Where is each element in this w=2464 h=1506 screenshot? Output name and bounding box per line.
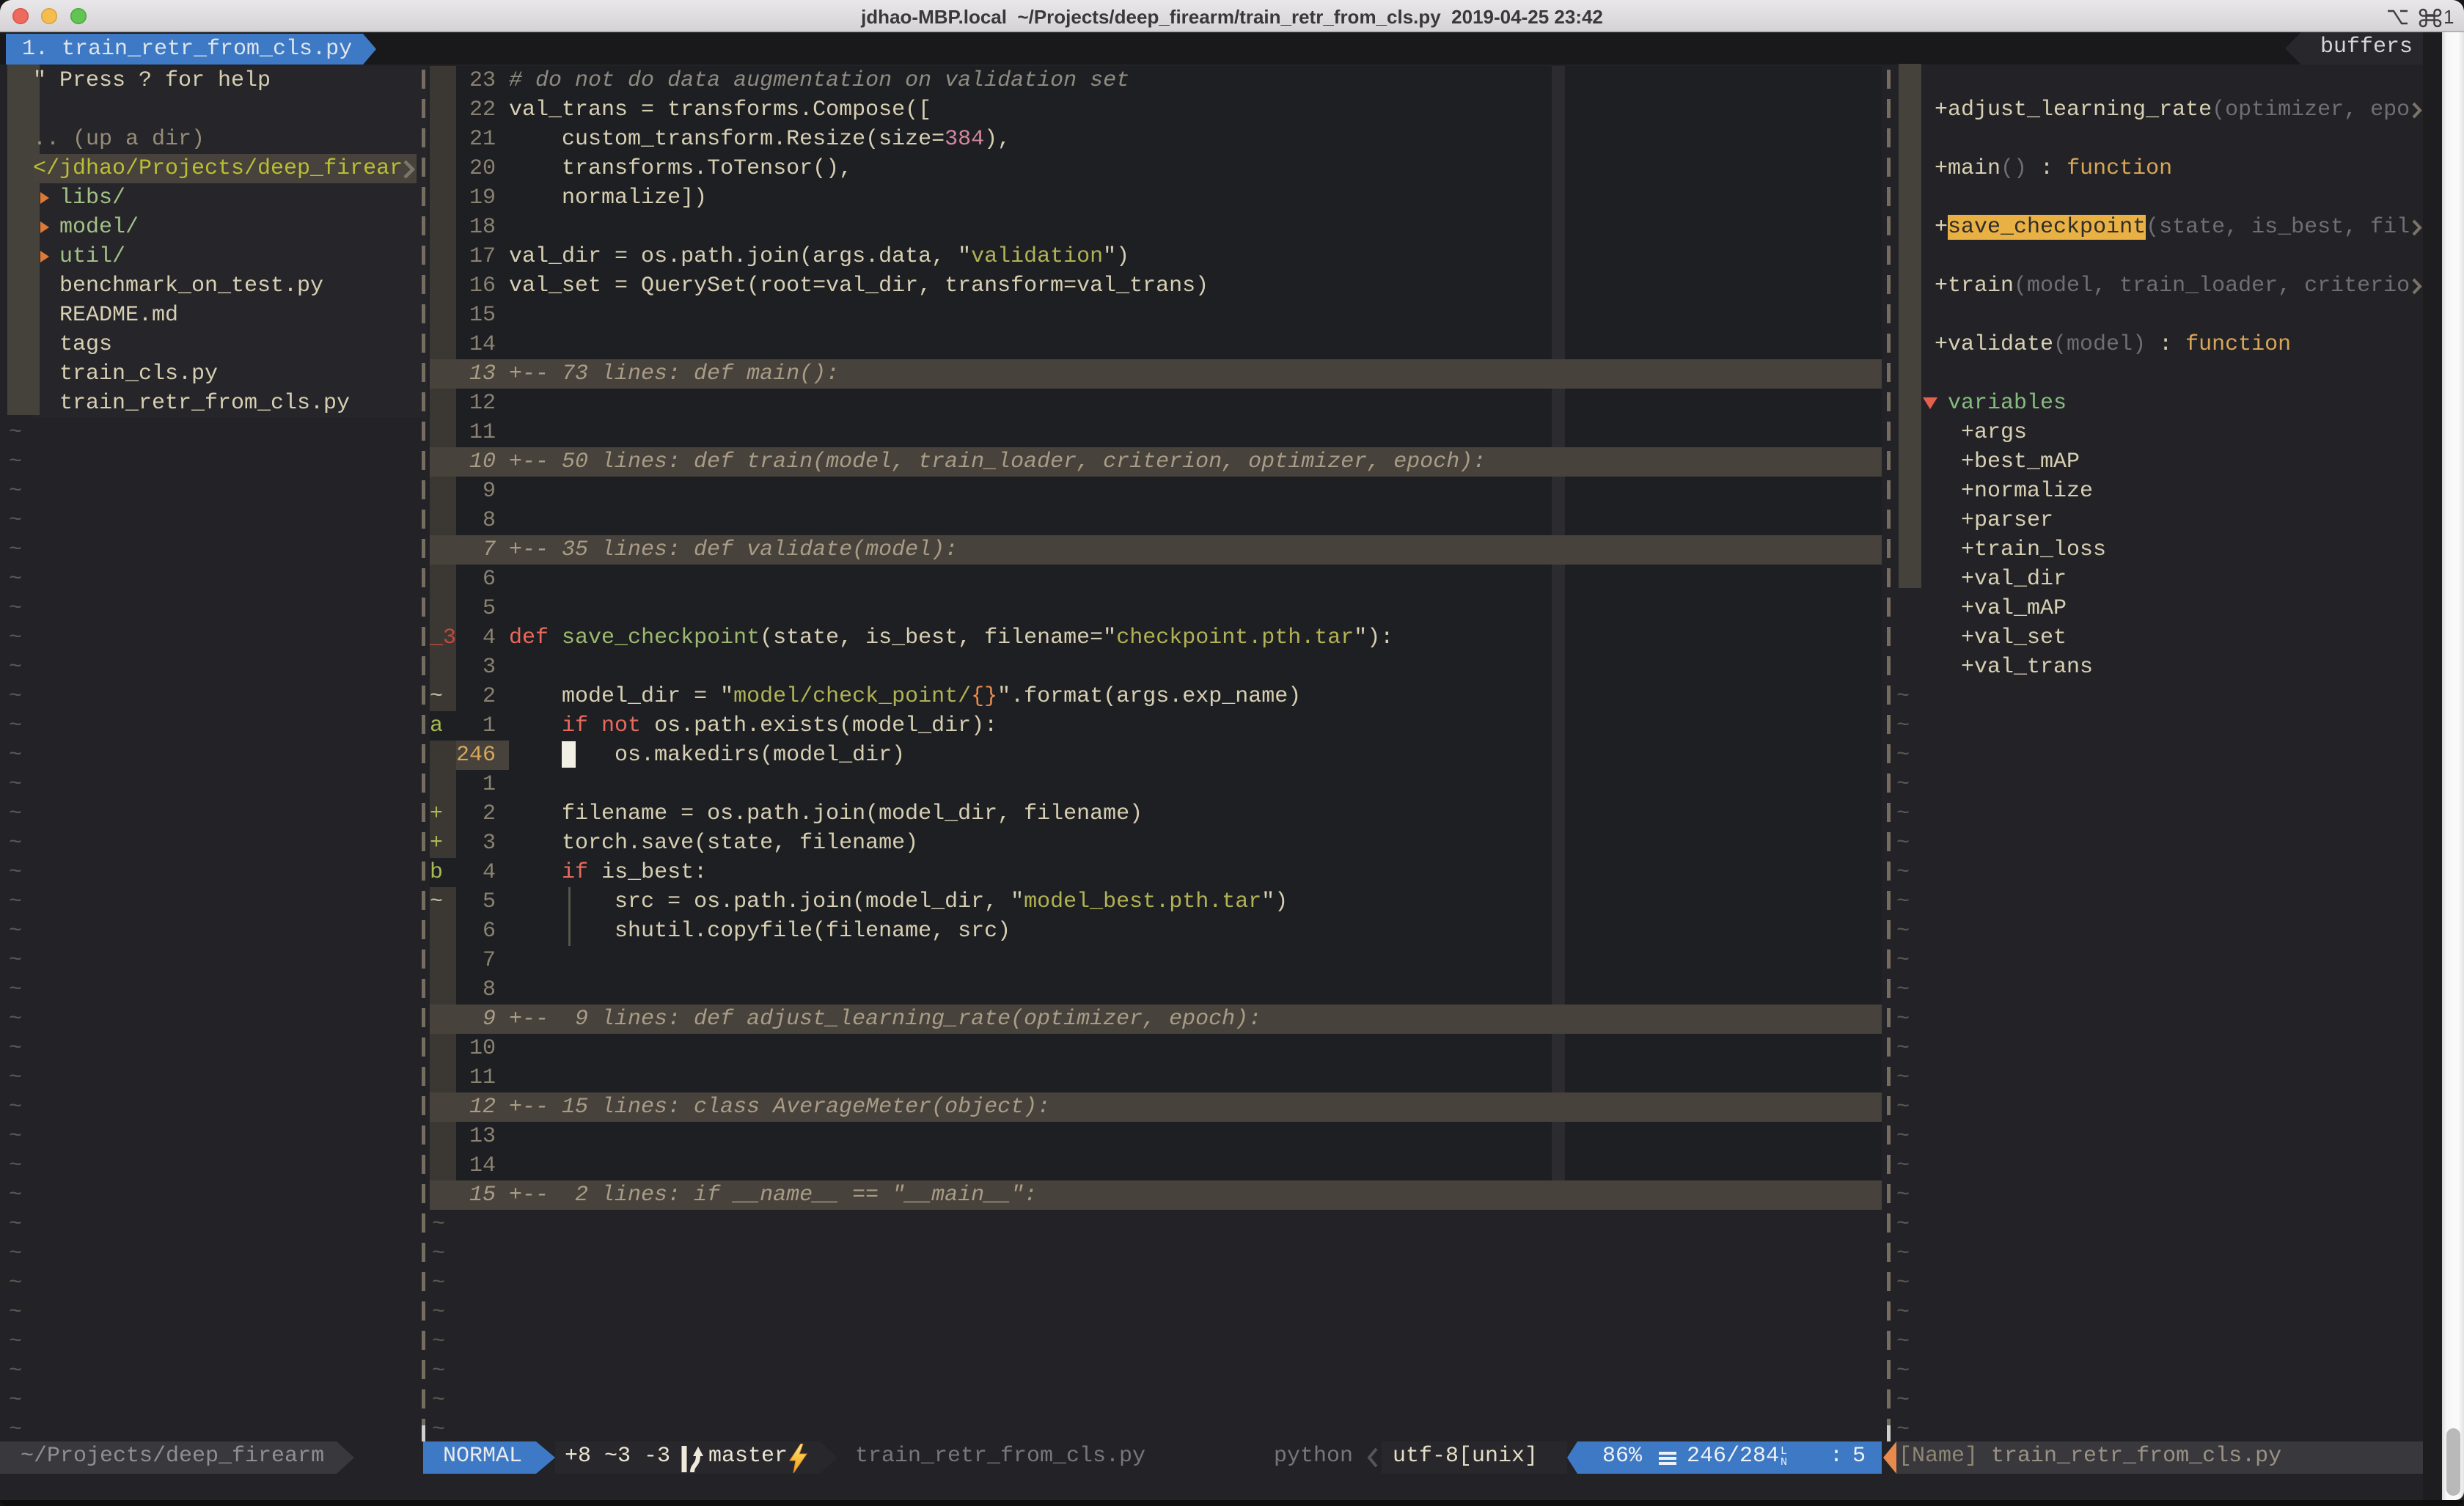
svg-text:1: 1: [2443, 6, 2454, 28]
